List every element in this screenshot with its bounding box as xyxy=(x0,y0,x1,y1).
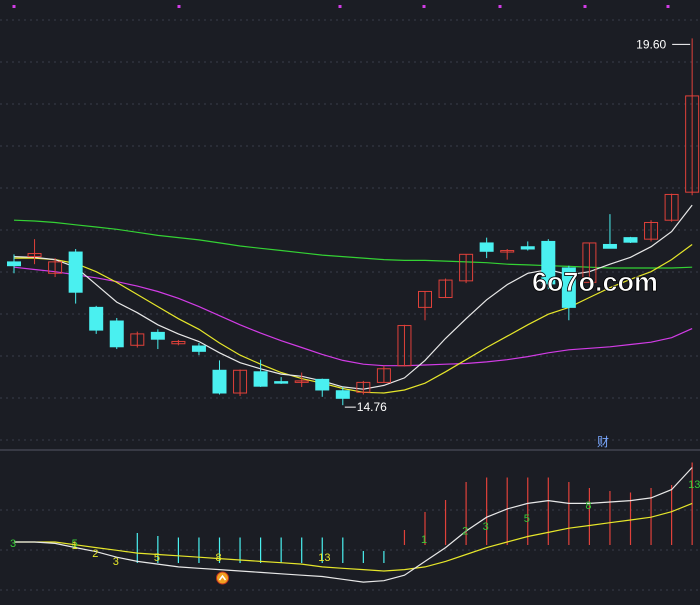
top-marker-dot xyxy=(338,5,342,8)
indicator-panel: 3 5 12 35813123 5 8 13 xyxy=(0,462,700,591)
candle-body xyxy=(7,261,21,267)
candle-body xyxy=(520,246,535,250)
count-green-label: 1 xyxy=(421,534,427,546)
top-markers xyxy=(12,5,670,8)
price-annotations: 19.60 14.76 财 xyxy=(344,37,691,449)
count-yellow-label: 13 xyxy=(318,552,330,564)
candle-body xyxy=(602,243,617,249)
min-price-label: 14.76 xyxy=(357,400,387,414)
count-yellow-label: 5 xyxy=(154,552,160,564)
count-yellow-label: 1 xyxy=(72,540,78,552)
count-green-label: 13 xyxy=(688,479,700,491)
count-green-label: 3 xyxy=(483,521,489,533)
top-marker-dot xyxy=(177,5,181,8)
moving-average-lines xyxy=(13,204,693,394)
candle-body xyxy=(274,381,289,384)
candle-body xyxy=(253,371,268,387)
candle-body xyxy=(68,251,83,293)
candle-body xyxy=(623,237,638,243)
top-marker-dot xyxy=(666,5,670,8)
top-marker-dot xyxy=(498,5,502,8)
candle-body xyxy=(109,320,124,348)
top-marker-dot xyxy=(583,5,587,8)
watermark: 6o7o.com xyxy=(532,267,658,297)
candlesticks xyxy=(7,38,700,406)
count-yellow-label: 2 xyxy=(92,548,98,560)
top-marker-dot xyxy=(12,5,16,8)
candle-body xyxy=(89,306,104,331)
ma-green-line xyxy=(13,219,693,269)
max-price-label: 19.60 xyxy=(636,37,666,51)
count-yellow-label: 8 xyxy=(216,552,222,564)
candle-body xyxy=(212,369,227,394)
finance-marker-label[interactable]: 财 xyxy=(597,435,609,449)
candle-body xyxy=(150,331,165,340)
candle-body xyxy=(479,242,494,252)
count-yellow-label: 3 xyxy=(113,556,119,568)
stock-chart: 19.60 14.76 财 6o7o.com 3 5 12 35813123 5 8 13 xyxy=(0,5,700,591)
candle-body xyxy=(315,378,330,391)
signal-up-icon xyxy=(216,571,229,585)
candle-body xyxy=(335,390,350,399)
candle-body xyxy=(191,345,206,352)
top-marker-dot xyxy=(422,5,426,8)
count-green-label: 2 xyxy=(462,525,468,537)
count-green-label: 3 xyxy=(10,538,16,550)
count-green-label: 8 xyxy=(585,500,591,512)
price-grid xyxy=(0,19,700,441)
count-green-label: 5 xyxy=(524,513,530,525)
